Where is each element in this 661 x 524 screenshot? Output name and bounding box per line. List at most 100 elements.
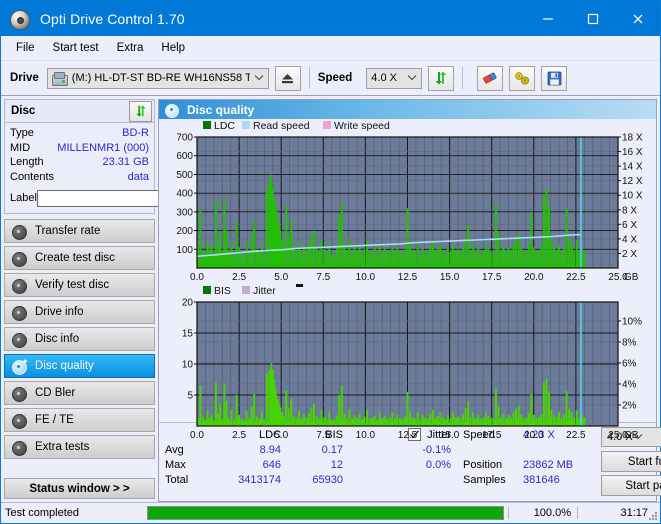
stats-avg-jitter: -0.1% <box>422 443 451 456</box>
disc-label-row: Label <box>10 187 248 209</box>
sidebar-item-label: Create test disc <box>35 252 115 264</box>
chevron-down-icon <box>250 73 268 83</box>
stats-row-avg: Avg 8.94 0.17 -0.1% <box>165 442 459 457</box>
tools-button[interactable] <box>509 65 536 91</box>
window-title: Opti Drive Control 1.70 <box>40 10 185 27</box>
svg-text:20: 20 <box>182 298 194 309</box>
svg-text:12.5: 12.5 <box>398 272 418 283</box>
sidebar-item-drive-info[interactable]: Drive info <box>4 300 155 324</box>
disc-icon: ✦ <box>11 276 29 294</box>
toolbar: Drive (M:) HL-DT-ST BD-RE WH16NS58 TST4 … <box>1 61 660 96</box>
svg-text:17.5: 17.5 <box>482 272 502 283</box>
menu-bar: File Start test Extra Help <box>1 36 660 61</box>
page-title: Disc quality <box>187 102 255 117</box>
disc-refresh-button[interactable] <box>129 100 152 122</box>
start-full-button[interactable]: Start full <box>601 451 661 472</box>
sidebar-item-label: FE / TE <box>35 414 74 426</box>
svg-text:20.0: 20.0 <box>524 430 544 441</box>
refresh-button[interactable] <box>428 65 455 91</box>
disc-row-mid-value: MILLENMR1 (000) <box>57 141 149 154</box>
sidebar-item-disc-quality[interactable]: ✦ Disc quality <box>4 354 155 378</box>
status-window-button[interactable]: Status window > > <box>4 478 155 499</box>
drive-select[interactable]: (M:) HL-DT-ST BD-RE WH16NS58 TST4 <box>46 67 269 89</box>
minimize-button[interactable] <box>525 1 570 36</box>
speed-select[interactable]: 4.0 X <box>366 67 423 89</box>
svg-text:10.0: 10.0 <box>356 430 376 441</box>
progress-fill <box>148 507 503 519</box>
sidebar-nav: ✦ Transfer rate Create test disc ✦ Verif… <box>4 219 155 459</box>
disc-icon <box>164 103 182 118</box>
svg-text:22.5: 22.5 <box>566 430 586 441</box>
svg-text:GB: GB <box>624 272 639 283</box>
refresh-icon <box>435 71 447 85</box>
drive-label: Drive <box>10 72 39 84</box>
svg-text:2.5: 2.5 <box>232 430 246 441</box>
sidebar-item-cd-bler[interactable]: ✦ CD Bler <box>4 381 155 405</box>
menu-item-start-test[interactable]: Start test <box>44 39 108 57</box>
drive-icon <box>51 71 68 86</box>
speed-select-value: 4.0 X <box>371 72 397 84</box>
main-panel: Disc quality LDC Read speed Write speed 100… <box>158 99 661 502</box>
svg-text:18 X: 18 X <box>622 133 643 144</box>
save-button[interactable] <box>541 65 568 91</box>
svg-text:200: 200 <box>176 226 193 237</box>
svg-text:10 X: 10 X <box>622 191 643 202</box>
svg-text:400: 400 <box>176 189 193 200</box>
svg-text:700: 700 <box>176 133 193 144</box>
sidebar: Disc Type BD-R MID MILLENMR1 (000) Lengt… <box>1 96 248 502</box>
svg-text:6 X: 6 X <box>622 220 637 231</box>
stats-row-label: Total <box>165 473 189 486</box>
position-label: Position <box>463 458 503 471</box>
svg-text:8%: 8% <box>622 337 637 348</box>
sidebar-item-transfer-rate[interactable]: ✦ Transfer rate <box>4 219 155 243</box>
sidebar-item-fe-te[interactable]: ✦ FE / TE <box>4 408 155 432</box>
close-button[interactable] <box>615 1 660 36</box>
svg-text:7.5: 7.5 <box>316 430 330 441</box>
disc-icon: ✦ <box>11 438 29 456</box>
menu-item-extra[interactable]: Extra <box>108 39 153 57</box>
opti-drive-control-window: Opti Drive Control 1.70 File Start test … <box>0 0 661 524</box>
stats-max-bis: 12 <box>330 458 343 471</box>
sidebar-item-label: Drive info <box>35 306 84 318</box>
disc-row-contents-key: Contents <box>10 170 55 183</box>
svg-text:0.0: 0.0 <box>190 430 204 441</box>
svg-text:4%: 4% <box>622 379 637 390</box>
bis-chart[interactable]: BIS Jitter 5 10 15 20 2% 4% 6% 8% 10% 0.0 2.5 5.0 7.5 1… <box>159 284 656 442</box>
ldc-chart[interactable]: LDC Read speed Write speed 100 200 300 400 500 6… <box>159 119 656 284</box>
menu-item-file[interactable]: File <box>7 39 44 57</box>
eject-button[interactable] <box>274 65 301 91</box>
progress-percent: 100.0% <box>508 507 577 519</box>
sidebar-item-extra-tests[interactable]: ✦ Extra tests <box>4 435 155 459</box>
sidebar-item-verify-test-disc[interactable]: ✦ Verify test disc <box>4 273 155 297</box>
status-bar: Test completed 100.0% 31:17 <box>1 502 660 523</box>
disc-row-type: Type BD-R <box>10 126 149 141</box>
start-part-button[interactable]: Start part <box>601 475 661 496</box>
svg-text:12 X: 12 X <box>622 176 643 187</box>
disc-row-type-key: Type <box>10 127 34 140</box>
resize-grip-icon[interactable] <box>646 509 658 521</box>
disc-row-mid: MID MILLENMR1 (000) <box>10 141 149 156</box>
status-text: Test completed <box>5 507 79 519</box>
disc-rows: Type BD-R MID MILLENMR1 (000) Length 23.… <box>5 123 248 213</box>
sidebar-item-disc-info[interactable]: ✦ Disc info <box>4 327 155 351</box>
sidebar-item-label: Verify test disc <box>35 279 110 291</box>
disc-row-type-value: BD-R <box>122 127 149 140</box>
drive-select-value: (M:) HL-DT-ST BD-RE WH16NS58 TST4 <box>71 72 250 84</box>
svg-text:10.0: 10.0 <box>356 272 376 283</box>
sidebar-item-create-test-disc[interactable]: Create test disc <box>4 246 155 270</box>
sidebar-item-label: Transfer rate <box>35 225 101 237</box>
erase-button[interactable] <box>477 65 504 91</box>
svg-text:GB: GB <box>624 430 639 441</box>
svg-text:Read speed: Read speed <box>253 120 310 132</box>
maximize-button[interactable] <box>570 1 615 36</box>
menu-item-help[interactable]: Help <box>152 39 194 57</box>
disc-row-length-key: Length <box>10 156 44 169</box>
svg-text:4 X: 4 X <box>622 234 637 245</box>
sidebar-item-label: Extra tests <box>35 441 90 453</box>
disc-panel-title: Disc <box>11 105 36 117</box>
svg-text:Write speed: Write speed <box>334 120 390 132</box>
svg-text:0.0: 0.0 <box>190 272 204 283</box>
svg-text:BIS: BIS <box>214 285 231 297</box>
svg-text:500: 500 <box>176 170 193 181</box>
svg-text:5: 5 <box>187 391 193 402</box>
